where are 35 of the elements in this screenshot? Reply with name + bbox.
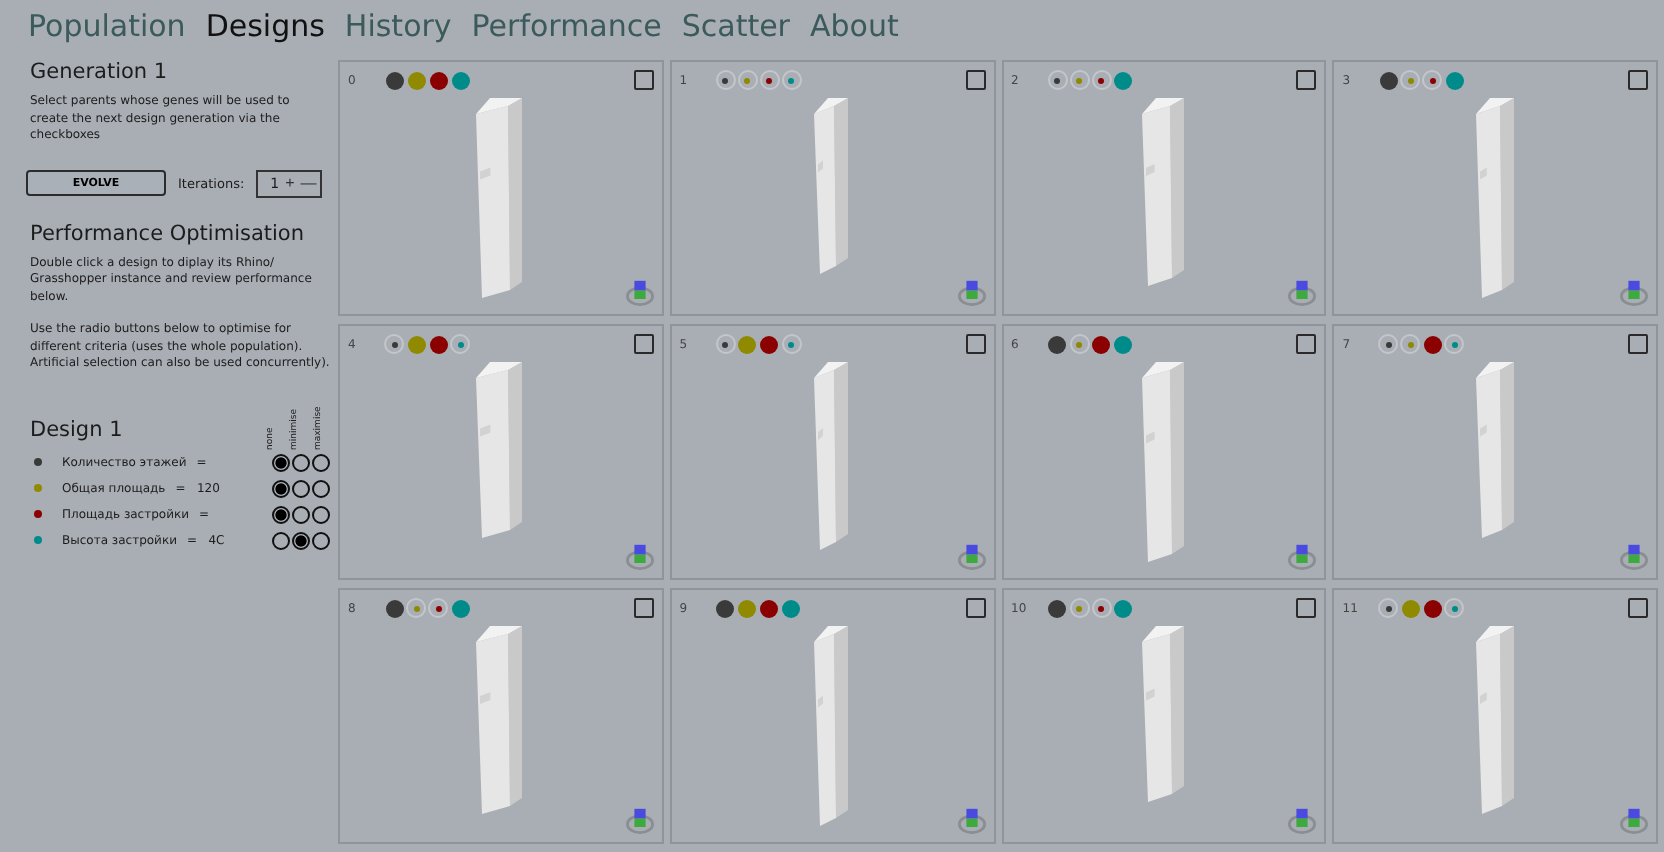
section-title: Performance Optimisation [30,221,307,245]
radio-button[interactable] [292,479,310,497]
checkbox[interactable] [965,598,985,618]
plus-button[interactable]: + [283,173,297,193]
checkbox[interactable] [1296,334,1317,354]
radio-button[interactable] [292,453,310,471]
checkbox[interactable] [965,334,985,354]
checkbox[interactable] [633,334,654,354]
radio-button[interactable] [312,453,330,471]
radio-button[interactable] [312,531,330,549]
checkbox[interactable] [1628,598,1648,618]
radio-button[interactable] [272,479,290,497]
checkbox[interactable] [633,598,654,618]
nav-tab[interactable]: Population [28,8,186,44]
checkbox[interactable] [1628,334,1648,354]
design-title: Design 1 [30,417,123,441]
nav-tab[interactable]: Performance [471,8,662,44]
nav-tab[interactable]: About [809,8,899,44]
radio-button[interactable] [272,531,290,549]
minus-button[interactable]: — [298,173,319,193]
radio-button[interactable] [292,505,310,523]
checkbox[interactable] [633,70,654,90]
radio-button[interactable] [272,505,290,523]
checkbox[interactable] [1296,70,1317,90]
checkbox[interactable] [1296,598,1317,618]
radio-button[interactable] [272,453,290,471]
nav-tab[interactable]: Scatter [681,8,790,44]
nav-tab[interactable]: History [344,8,452,44]
checkbox[interactable] [1628,70,1648,90]
checkbox[interactable] [965,70,985,90]
nav-tab[interactable]: Designs [205,8,325,44]
radio-button[interactable] [292,531,310,549]
radio-button[interactable] [312,505,330,523]
section-title: Generation 1 [30,60,170,84]
radio-button[interactable] [312,479,330,497]
